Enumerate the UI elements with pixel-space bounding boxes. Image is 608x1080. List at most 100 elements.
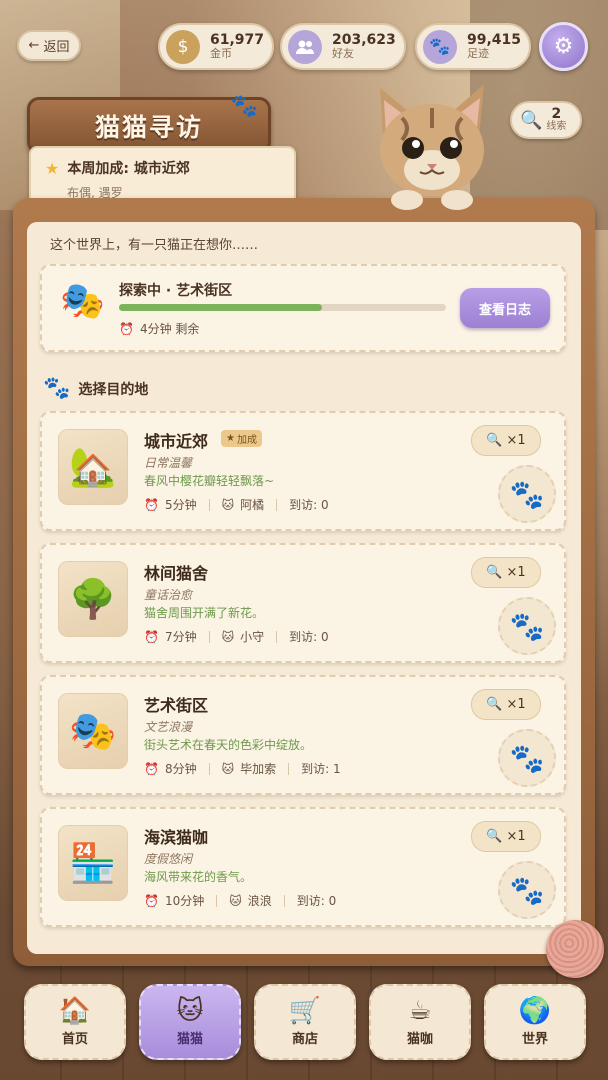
footprints-counter[interactable]: 🐾 99,415 足迹 [415, 23, 531, 70]
bonus-badge: ★ 加成 [221, 430, 262, 447]
destination-name: 城市近郊 [144, 432, 209, 451]
clue-cost-value: ×1 [506, 697, 526, 712]
nav-label: 猫猫 [176, 1031, 203, 1047]
nav-label: 首页 [61, 1031, 88, 1047]
destination-card[interactable]: 🎭 艺术街区 文艺浪漫 街头艺术在春天的色彩中绽放。 ⏰ 8分钟 🐱 毕加索 到… [40, 675, 566, 795]
magnifier-icon: 🔍 [486, 565, 503, 580]
friends-label: 好友 [332, 47, 354, 61]
divider [208, 498, 210, 511]
visit-paw-button[interactable]: 🐾 [498, 597, 556, 655]
destination-name: 林间猫舍 [144, 564, 209, 583]
magnifier-icon: 🔍 [486, 829, 503, 844]
destination-style: 文艺浪漫 [144, 720, 193, 734]
coffee-cup-icon: ☕ [408, 995, 432, 1026]
visit-paw-button[interactable]: 🐾 [498, 465, 556, 523]
divider [216, 894, 218, 907]
nav-globe[interactable]: 🌍 世界 [484, 984, 586, 1060]
destination-thumbnail: 🏪 [58, 825, 128, 901]
nav-cat-face[interactable]: 🐱 猫猫 [139, 984, 241, 1060]
coins-counter[interactable]: $ 61,977 金币 [158, 23, 274, 70]
cat-face-icon: 🐱 [221, 761, 235, 776]
coins-label: 金币 [210, 47, 232, 61]
nav-label: 商店 [291, 1031, 318, 1047]
time-left: 4分钟 剩余 [139, 322, 200, 336]
cat-face-icon: 🐱 [176, 995, 204, 1026]
exploring-card: 🎭 探索中 · 艺术街区 ⏰ 4分钟 剩余 查看日志 [40, 264, 566, 352]
clue-cost: 🔍 ×1 [471, 425, 541, 456]
exploring-progress [119, 304, 446, 311]
destination-card[interactable]: 🏪 海滨猫咖 度假悠闲 海风带来花的香气。 ⏰ 10分钟 🐱 浪浪 到访: 0 … [40, 807, 566, 927]
clue-cost-value: ×1 [506, 433, 526, 448]
paw-icon: 🐾 [509, 609, 545, 643]
destination-cat: 浪浪 [247, 894, 272, 908]
destination-cat: 阿橘 [240, 498, 265, 512]
paw-icon: 🐾 [509, 477, 545, 511]
globe-icon: 🌍 [518, 995, 552, 1026]
alarm-clock-icon: ⏰ [119, 321, 134, 336]
cat-face-icon: 🐱 [229, 893, 242, 908]
destination-description: 猫舍周围开满了新花。 [144, 606, 265, 620]
cat-mascot [380, 84, 484, 210]
alarm-clock-icon: ⏰ [144, 629, 159, 644]
friends-value: 203,623 [332, 32, 396, 49]
clue-cost: 🔍 ×1 [471, 689, 541, 720]
alarm-clock-icon: ⏰ [144, 761, 159, 776]
destination-name: 海滨猫咖 [144, 828, 209, 847]
destination-style: 度假悠闲 [144, 852, 193, 866]
destination-thumbnail: 🏡 [58, 429, 128, 505]
destination-thumbnail: 🎭 [58, 693, 128, 769]
bonus-title: 本周加成: 城市近郊 [67, 161, 190, 177]
destination-time: 10分钟 [164, 894, 205, 908]
yarn-ball [546, 920, 604, 978]
divider [283, 894, 285, 907]
star-icon: ★ [226, 433, 235, 444]
clue-cost: 🔍 ×1 [471, 557, 541, 588]
alarm-clock-icon: ⏰ [144, 497, 159, 512]
friends-counter[interactable]: 203,623 好友 [280, 23, 406, 70]
page-title: 猫猫寻访 [94, 112, 203, 142]
exploring-title: 探索中 · 艺术街区 [119, 283, 233, 299]
back-label: 返回 [43, 40, 70, 55]
divider [288, 762, 290, 775]
paw-icon: 🐾 [509, 873, 545, 907]
destination-cat: 小守 [240, 630, 265, 644]
destination-time: 7分钟 [164, 630, 197, 644]
destination-time: 8分钟 [164, 762, 197, 776]
section-header: 🐾 选择目的地 [43, 376, 148, 401]
divider [276, 630, 278, 643]
nav-shopping-cart[interactable]: 🛒 商店 [254, 984, 356, 1060]
visit-paw-button[interactable]: 🐾 [498, 729, 556, 787]
clue-cost-value: ×1 [506, 565, 526, 580]
destination-visits: 到访: 1 [301, 762, 341, 776]
destination-name: 艺术街区 [144, 696, 209, 715]
magnifier-icon: 🔍 [520, 109, 543, 131]
divider [208, 630, 210, 643]
nav-house[interactable]: 🏠 首页 [24, 984, 126, 1060]
paw-icon: 🐾 [43, 376, 71, 401]
visit-paw-button[interactable]: 🐾 [498, 861, 556, 919]
settings-button[interactable]: ⚙ [539, 22, 588, 71]
paw-icon: 🐾 [230, 94, 258, 119]
view-log-button[interactable]: 查看日志 [460, 288, 550, 328]
destination-description: 街头艺术在春天的色彩中绽放。 [144, 738, 313, 752]
magnifier-icon: 🔍 [486, 697, 503, 712]
nav-label: 猫咖 [406, 1031, 433, 1047]
destination-card[interactable]: 🌳 林间猫舍 童话治愈 猫舍周围开满了新花。 ⏰ 7分钟 🐱 小守 到访: 0 … [40, 543, 566, 663]
clue-cost-value: ×1 [506, 829, 526, 844]
clue-cost: 🔍 ×1 [471, 821, 541, 852]
destination-description: 海风带来花的香气。 [144, 870, 253, 884]
house-icon: 🏠 [58, 995, 92, 1026]
divider [276, 498, 278, 511]
bonus-badge-label: 加成 [236, 435, 257, 446]
footprints-label: 足迹 [467, 47, 489, 61]
destination-thumbnail: 🌳 [58, 561, 128, 637]
theater-masks-icon: 🎭 [60, 281, 105, 322]
destination-card[interactable]: 🏡 城市近郊 ★ 加成 日常温馨 春风中樱花瓣轻轻飘落~ ⏰ 5分钟 🐱 阿橘 到… [40, 411, 566, 531]
arrow-left-icon: ← [28, 38, 40, 53]
destination-description: 春风中樱花瓣轻轻飘落~ [144, 474, 275, 488]
nav-coffee-cup[interactable]: ☕ 猫咖 [369, 984, 471, 1060]
clues-counter[interactable]: 🔍 2 线索 [510, 101, 582, 139]
paw-icon: 🐾 [423, 29, 457, 64]
progress-fill [119, 304, 322, 311]
back-button[interactable]: ← 返回 [17, 30, 81, 61]
